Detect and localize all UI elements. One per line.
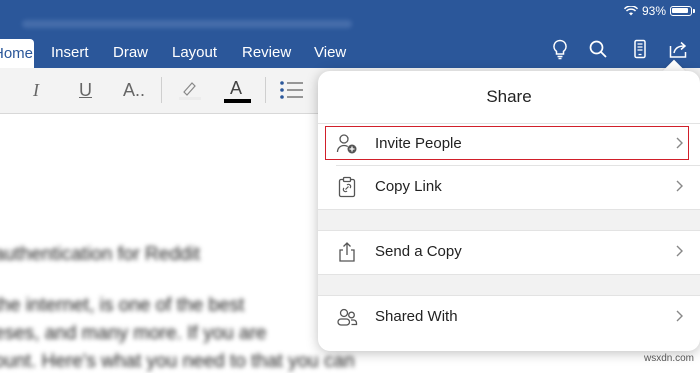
status-bar: 93%	[623, 4, 695, 18]
tab-layout[interactable]: Layout	[172, 44, 217, 61]
ribbon-divider	[161, 77, 162, 103]
share-upload-icon	[336, 241, 358, 263]
battery-icon	[670, 6, 695, 16]
lightbulb-icon[interactable]	[549, 38, 571, 60]
tab-draw[interactable]: Draw	[113, 44, 148, 61]
top-bar: 93% Home Insert Draw Layout Review View	[0, 0, 700, 68]
chevron-right-icon	[676, 245, 683, 257]
clipboard-link-icon	[336, 176, 358, 198]
font-color-button[interactable]: A	[230, 78, 242, 99]
shared-with-item[interactable]: Shared With	[318, 296, 700, 338]
font-color-swatch	[224, 99, 251, 103]
document-line: eses, and many more. If you are	[0, 323, 267, 344]
tab-insert[interactable]: Insert	[51, 44, 89, 61]
document-line: ount. Here's what you need to that you c…	[0, 351, 355, 372]
chevron-right-icon	[676, 180, 683, 192]
font-size-button[interactable]: A..	[123, 80, 145, 101]
share-icon[interactable]	[667, 38, 689, 60]
section-gap	[318, 275, 700, 295]
watermark: wsxdn.com	[643, 353, 694, 364]
send-a-copy-label: Send a Copy	[375, 243, 462, 260]
tab-review[interactable]: Review	[242, 44, 291, 61]
share-popover: Share Invite People Copy Link Send a Cop…	[318, 71, 700, 351]
document-line: the internet, is one of the best	[0, 295, 245, 316]
underline-button[interactable]: U	[79, 80, 92, 101]
highlighter-icon[interactable]	[175, 78, 203, 102]
shared-with-label: Shared With	[375, 308, 458, 325]
copy-link-item[interactable]: Copy Link	[318, 166, 700, 208]
copy-link-label: Copy Link	[375, 178, 442, 195]
send-a-copy-item[interactable]: Send a Copy	[318, 231, 700, 273]
section-gap	[318, 210, 700, 230]
wifi-icon	[623, 6, 638, 16]
tab-view[interactable]: View	[314, 44, 346, 61]
ribbon-divider	[265, 77, 266, 103]
italic-button[interactable]: I	[33, 80, 39, 101]
battery-percent: 93%	[641, 4, 666, 18]
highlight-box	[325, 126, 689, 160]
chevron-right-icon	[676, 310, 683, 322]
popover-title: Share	[486, 87, 532, 106]
people-icon	[336, 306, 358, 328]
bullet-list-icon[interactable]	[279, 79, 305, 101]
tab-home[interactable]: Home	[0, 39, 34, 68]
document-line: authentication for Reddit	[0, 244, 200, 265]
search-icon[interactable]	[587, 38, 609, 60]
document-title-blurred	[22, 20, 352, 28]
mobile-view-icon[interactable]	[629, 38, 651, 60]
